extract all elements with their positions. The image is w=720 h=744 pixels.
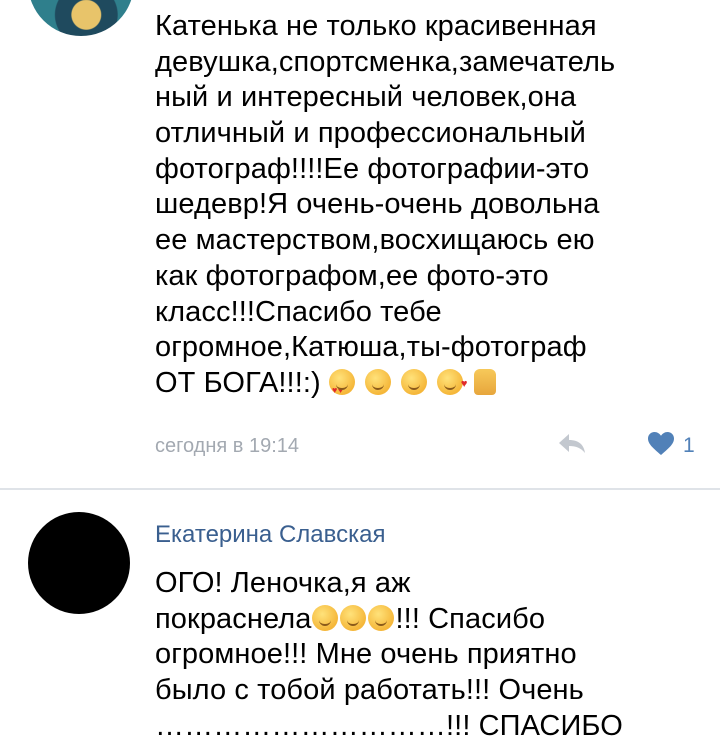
comment-line: Катенька не только красивенная xyxy=(155,10,597,42)
smile-emoji-icon xyxy=(401,368,428,395)
comment-line-text: !!! Спасибо xyxy=(395,602,546,635)
comment-line: девушка,спортсменка,замечатель xyxy=(155,45,616,78)
comment-line: было с тобой работать!!! Очень xyxy=(155,674,584,707)
kiss-emoji-icon xyxy=(437,367,467,403)
comment-line: как фотографом,ее фото-это xyxy=(155,259,549,292)
comment-line: шедевр!Я очень-очень довольна xyxy=(155,188,600,221)
comment-line: ный и интересный человек,она xyxy=(155,81,577,114)
comment-line-text: покраснела xyxy=(155,602,312,635)
comment-line-text: ОТ БОГА!!!:) xyxy=(155,366,321,399)
commenter-avatar[interactable] xyxy=(28,0,134,36)
author-avatar[interactable] xyxy=(28,512,130,614)
comment-line: огромное,Катюша,ты-фотограф xyxy=(155,331,587,364)
like-count[interactable]: 1 xyxy=(683,434,695,458)
comment-line: класс!!!Спасибо тебе xyxy=(155,295,442,328)
comment-line: покраснела !!! Спасибо xyxy=(155,602,700,638)
thumbs-up-emoji-icon xyxy=(473,368,496,395)
heart-icon[interactable] xyxy=(647,431,675,457)
comment-line: ОГО! Леночка,я аж xyxy=(155,567,411,599)
heart-eyes-emoji-icon xyxy=(328,368,355,409)
blush-emoji-icon xyxy=(367,604,394,631)
comment-line-partial: …………………………!!! СПАСИБО xyxy=(155,709,623,742)
author-name-link[interactable]: Екатерина Славская xyxy=(155,521,385,549)
comment-timestamp: сегодня в 19:14 xyxy=(155,435,299,457)
comment-line: фотограф!!!!Ее фотографии-это xyxy=(155,152,590,185)
comment-line: ее мастерством,восхищаюсь ею xyxy=(155,224,595,257)
reply-arrow-icon[interactable] xyxy=(556,430,588,456)
reply-body: ОГО! Леночка,я аж покраснела!!! Спасибо … xyxy=(155,566,700,744)
blush-emoji-icon xyxy=(311,604,338,631)
comment-line-last: ОТ БОГА!!!:) xyxy=(155,366,700,409)
comment-line: огромное!!! Мне очень приятно xyxy=(155,638,577,671)
relieved-emoji-icon xyxy=(365,368,392,395)
comment-body: Катенька не только красивенная девушка,с… xyxy=(155,9,700,409)
blush-emoji-icon xyxy=(339,604,366,631)
comment-line: отличный и профессиональный xyxy=(155,117,586,150)
comment-divider xyxy=(0,488,720,490)
